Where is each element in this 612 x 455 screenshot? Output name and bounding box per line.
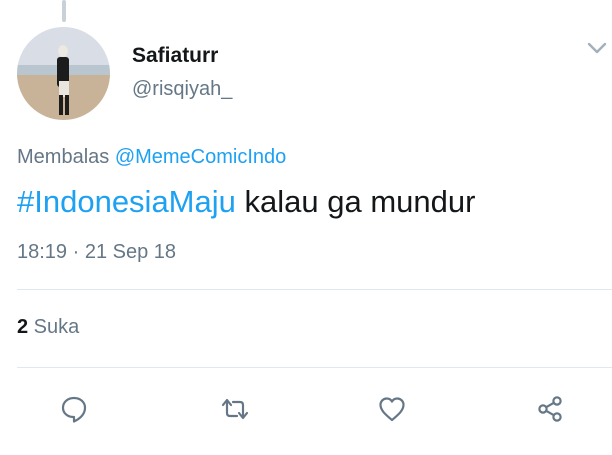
retweet-icon [221,398,249,420]
author-handle[interactable]: @risqiyah_ [132,78,232,101]
chevron-down-icon[interactable] [586,40,608,56]
reply-icon [61,396,87,423]
tweet-timestamp[interactable]: 18:19 · 21 Sep 18 [17,241,176,264]
avatar-photo [17,27,110,120]
thread-connector-line [62,0,66,22]
reply-context: Membalas @MemeComicIndo [17,146,286,169]
tweet-text: #IndonesiaMaju kalau ga mundur [17,184,475,220]
heart-icon [379,397,405,422]
tweet-text-body: kalau ga mundur [235,184,476,219]
likes-stat[interactable]: 2 Suka [17,316,79,339]
avatar[interactable] [17,27,110,120]
divider [17,289,612,290]
like-button[interactable] [375,392,409,426]
likes-label: Suka [28,316,80,338]
author-name[interactable]: Safiaturr [132,44,218,68]
divider [17,367,612,368]
reply-button[interactable] [57,392,91,426]
share-button[interactable] [533,392,567,426]
retweet-button[interactable] [218,392,252,426]
likes-count: 2 [17,316,29,338]
reply-prefix: Membalas [17,146,115,168]
reply-mention-link[interactable]: @MemeComicIndo [115,146,286,168]
hashtag-link[interactable]: #IndonesiaMaju [17,184,236,219]
share-icon [538,396,562,422]
